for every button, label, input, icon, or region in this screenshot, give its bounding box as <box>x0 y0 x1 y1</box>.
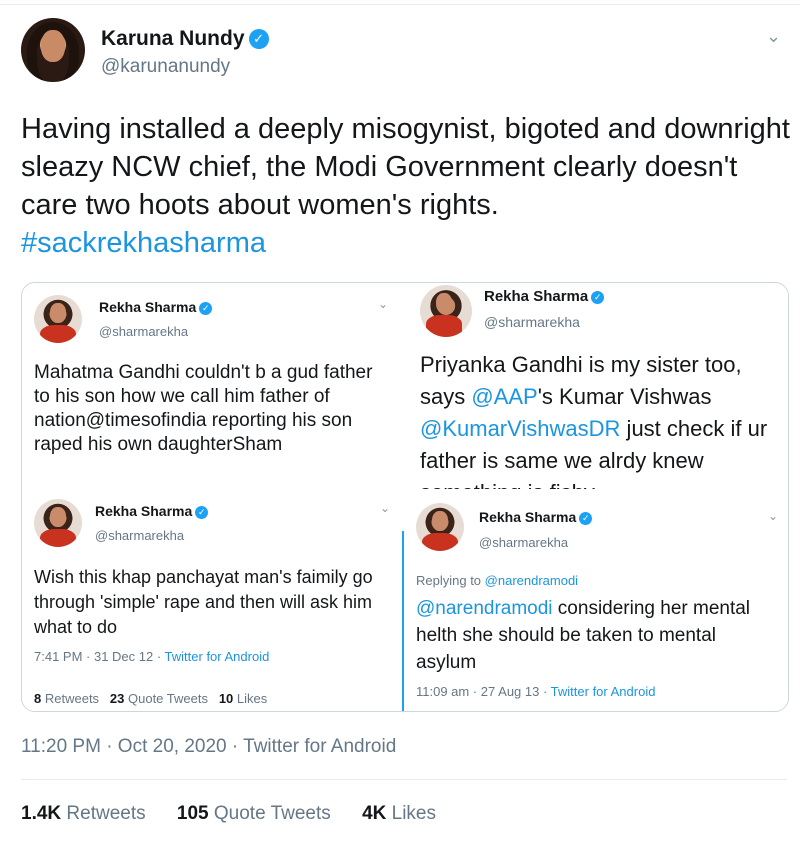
thread-line <box>402 531 404 711</box>
avatar <box>34 499 82 547</box>
reply-context: Replying to @narendramodi <box>416 573 579 588</box>
verified-icon: ✓ <box>195 505 209 519</box>
tweet-stats: 1.4K Retweets 105 Quote Tweets 4K Likes <box>21 803 462 825</box>
avatar <box>34 295 82 343</box>
embedded-tweet-text: Mahatma Gandhi couldn't b a gud father t… <box>34 362 373 455</box>
likes-stat[interactable]: 4K Likes <box>362 803 436 824</box>
avatar <box>416 503 464 551</box>
embedded-tweet-text: Wish this khap panchayat man's faimily g… <box>34 567 373 637</box>
hashtag-link[interactable]: #sackrekhasharma <box>21 227 266 259</box>
verified-icon: ✓ <box>591 290 605 304</box>
embedded-author-name: Rekha Sharma ✓ <box>95 503 209 519</box>
tweet-text: Having installed a deeply misogynist, bi… <box>21 113 790 259</box>
embedded-tweet-stats: 8 Retweets 23 Quote Tweets 10 Likes <box>34 691 268 706</box>
top-divider <box>0 4 800 5</box>
embedded-author-name: Rekha Sharma ✓ <box>99 299 213 315</box>
divider <box>21 779 787 780</box>
embedded-tweet-1: Rekha Sharma ✓ @sharmarekha ⌄ Mahatma Gan… <box>22 283 402 498</box>
author-avatar[interactable] <box>21 18 85 82</box>
embedded-author-handle: @sharmarekha <box>99 324 189 339</box>
embedded-tweet-4: Rekha Sharma ✓ @sharmarekha ⌄ Replying to… <box>408 495 788 711</box>
embedded-author-handle: @sharmarekha <box>479 535 569 550</box>
embedded-tweet-2: Rekha Sharma ✓ @sharmarekha Priyanka Gand… <box>404 283 788 498</box>
embedded-tweet-meta: 11:09 am · 27 Aug 13 · Twitter for Andro… <box>416 684 656 699</box>
embedded-author-name: Rekha Sharma ✓ <box>484 288 605 305</box>
embedded-tweet-meta: 7:41 PM · 31 Dec 12 · Twitter for Androi… <box>34 649 270 664</box>
avatar <box>420 285 472 337</box>
chevron-down-icon: ⌄ <box>768 509 779 523</box>
embedded-tweet-3: Rekha Sharma ✓ @sharmarekha ⌄ Wish this k… <box>22 495 402 711</box>
quote-tweets-stat[interactable]: 105 Quote Tweets <box>177 803 331 824</box>
retweets-stat[interactable]: 1.4K Retweets <box>21 803 146 824</box>
tweet-timestamp[interactable]: 11:20 PM · Oct 20, 2020 · Twitter for An… <box>21 736 396 758</box>
verified-icon: ✓ <box>199 301 213 315</box>
embedded-tweet-text: @narendramodi considering her mental hel… <box>416 598 751 673</box>
verified-icon: ✓ <box>248 29 269 50</box>
embedded-author-handle: @sharmarekha <box>484 314 580 330</box>
chevron-down-icon: ⌄ <box>380 501 391 515</box>
author-handle[interactable]: @karunanundy <box>101 56 230 78</box>
embedded-author-handle: @sharmarekha <box>95 528 185 543</box>
tweet-image[interactable]: Rekha Sharma ✓ @sharmarekha ⌄ Mahatma Gan… <box>21 282 789 712</box>
chevron-down-icon: ⌄ <box>378 297 389 311</box>
embedded-author-name: Rekha Sharma ✓ <box>479 509 593 525</box>
embedded-tweet-text: Priyanka Gandhi is my sister too, says @… <box>420 352 768 489</box>
tweet-source[interactable]: Twitter for Android <box>243 736 396 757</box>
chevron-down-icon[interactable]: ⌄ <box>766 26 781 47</box>
author-name[interactable]: Karuna Nundy ✓ <box>101 27 269 51</box>
verified-icon: ✓ <box>579 511 593 525</box>
